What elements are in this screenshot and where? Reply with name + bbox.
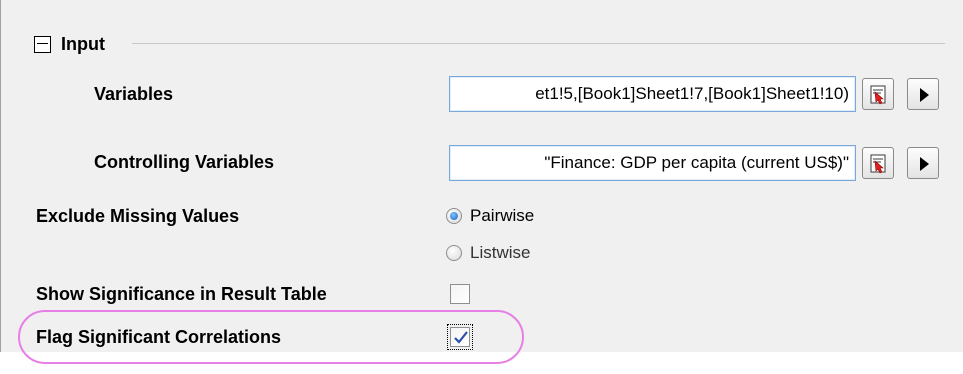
group-divider: [132, 43, 945, 44]
controlling-variables-value: "Finance: GDP per capita (current US$)": [544, 153, 849, 172]
show-significance-checkbox[interactable]: [450, 284, 470, 304]
exclude-missing-label: Exclude Missing Values: [36, 206, 240, 226]
radio-pairwise-label: Pairwise: [470, 206, 535, 225]
variables-label: Variables: [94, 84, 174, 104]
controlling-variables-select-button[interactable]: [862, 147, 894, 179]
radio-pairwise[interactable]: Pairwise: [446, 206, 534, 226]
collapse-minus-icon[interactable]: [34, 35, 51, 53]
variables-arrow-button[interactable]: [907, 78, 939, 110]
group-title: Input: [61, 33, 105, 54]
show-significance-label: Show Significance in Result Table: [36, 284, 327, 304]
input-group-header[interactable]: Input: [34, 30, 105, 58]
controlling-variables-field[interactable]: "Finance: GDP per capita (current US$)": [449, 145, 856, 181]
checkmark-icon: [454, 331, 468, 344]
select-columns-icon: [870, 85, 886, 105]
variables-value: et1!5,[Book1]Sheet1!7,[Book1]Sheet1!10): [535, 84, 849, 103]
variables-field[interactable]: et1!5,[Book1]Sheet1!7,[Book1]Sheet1!10): [449, 76, 856, 112]
controlling-variables-label: Controlling Variables: [94, 152, 275, 172]
radio-listwise-label: Listwise: [470, 243, 531, 262]
radio-listwise-indicator[interactable]: [446, 245, 462, 261]
flag-significant-checkbox[interactable]: [447, 324, 473, 350]
variables-select-button[interactable]: [862, 78, 894, 110]
arrow-right-icon: [920, 157, 929, 171]
controlling-variables-arrow-button[interactable]: [907, 147, 939, 179]
arrow-right-icon: [920, 88, 929, 102]
radio-pairwise-indicator[interactable]: [446, 208, 462, 224]
select-columns-icon: [870, 154, 886, 174]
radio-listwise[interactable]: Listwise: [446, 243, 530, 263]
flag-significant-label: Flag Significant Correlations: [36, 327, 282, 347]
